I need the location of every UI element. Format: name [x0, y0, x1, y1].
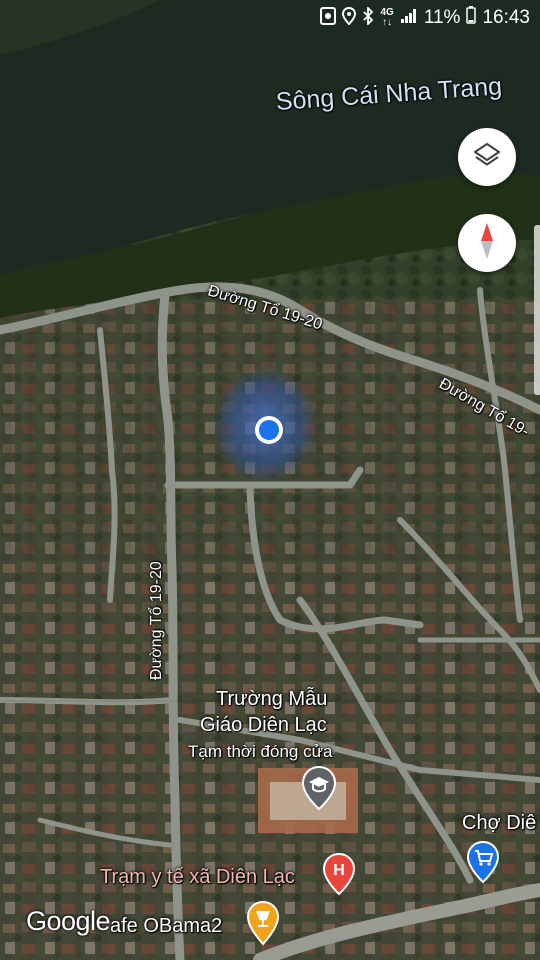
battery-icon [466, 6, 477, 30]
school-pin[interactable] [301, 765, 337, 816]
location-icon [342, 6, 357, 30]
school-status: Tạm thời đóng cửa [188, 742, 333, 761]
school-name-line2[interactable]: Giáo Diên Lạc [200, 714, 327, 737]
side-panel-handle[interactable] [534, 225, 540, 395]
current-location-dot [259, 420, 279, 440]
network-type: 4G ↑↓ [380, 7, 394, 28]
school-name-line1[interactable]: Trường Mẫu [216, 688, 327, 711]
layers-button[interactable] [458, 128, 516, 186]
health-station-label[interactable]: Trạm y tế xã Diên Lạc [100, 866, 295, 889]
cafe-pin[interactable] [246, 900, 280, 951]
market-label[interactable]: Chợ Diê [462, 812, 536, 835]
layers-icon [472, 140, 502, 175]
screenshot-icon [320, 6, 337, 30]
bluetooth-icon [362, 5, 374, 30]
google-logo: Google [26, 906, 111, 936]
battery-percent: 11% [423, 7, 461, 28]
cafe-label[interactable]: afe OBama2 [110, 915, 222, 938]
signal-icon [400, 8, 418, 29]
compass-icon [474, 221, 500, 266]
road-label-vertical: Đường Tổ 19-20 [148, 561, 165, 680]
satellite-map[interactable] [0, 0, 540, 960]
status-bar: 4G ↑↓ 11% 16:43 [0, 0, 540, 36]
hospital-pin[interactable]: H [322, 852, 356, 901]
svg-text:H: H [333, 862, 345, 879]
clock: 16:43 [482, 7, 530, 28]
compass-button[interactable] [458, 214, 516, 272]
market-pin[interactable] [466, 840, 500, 889]
